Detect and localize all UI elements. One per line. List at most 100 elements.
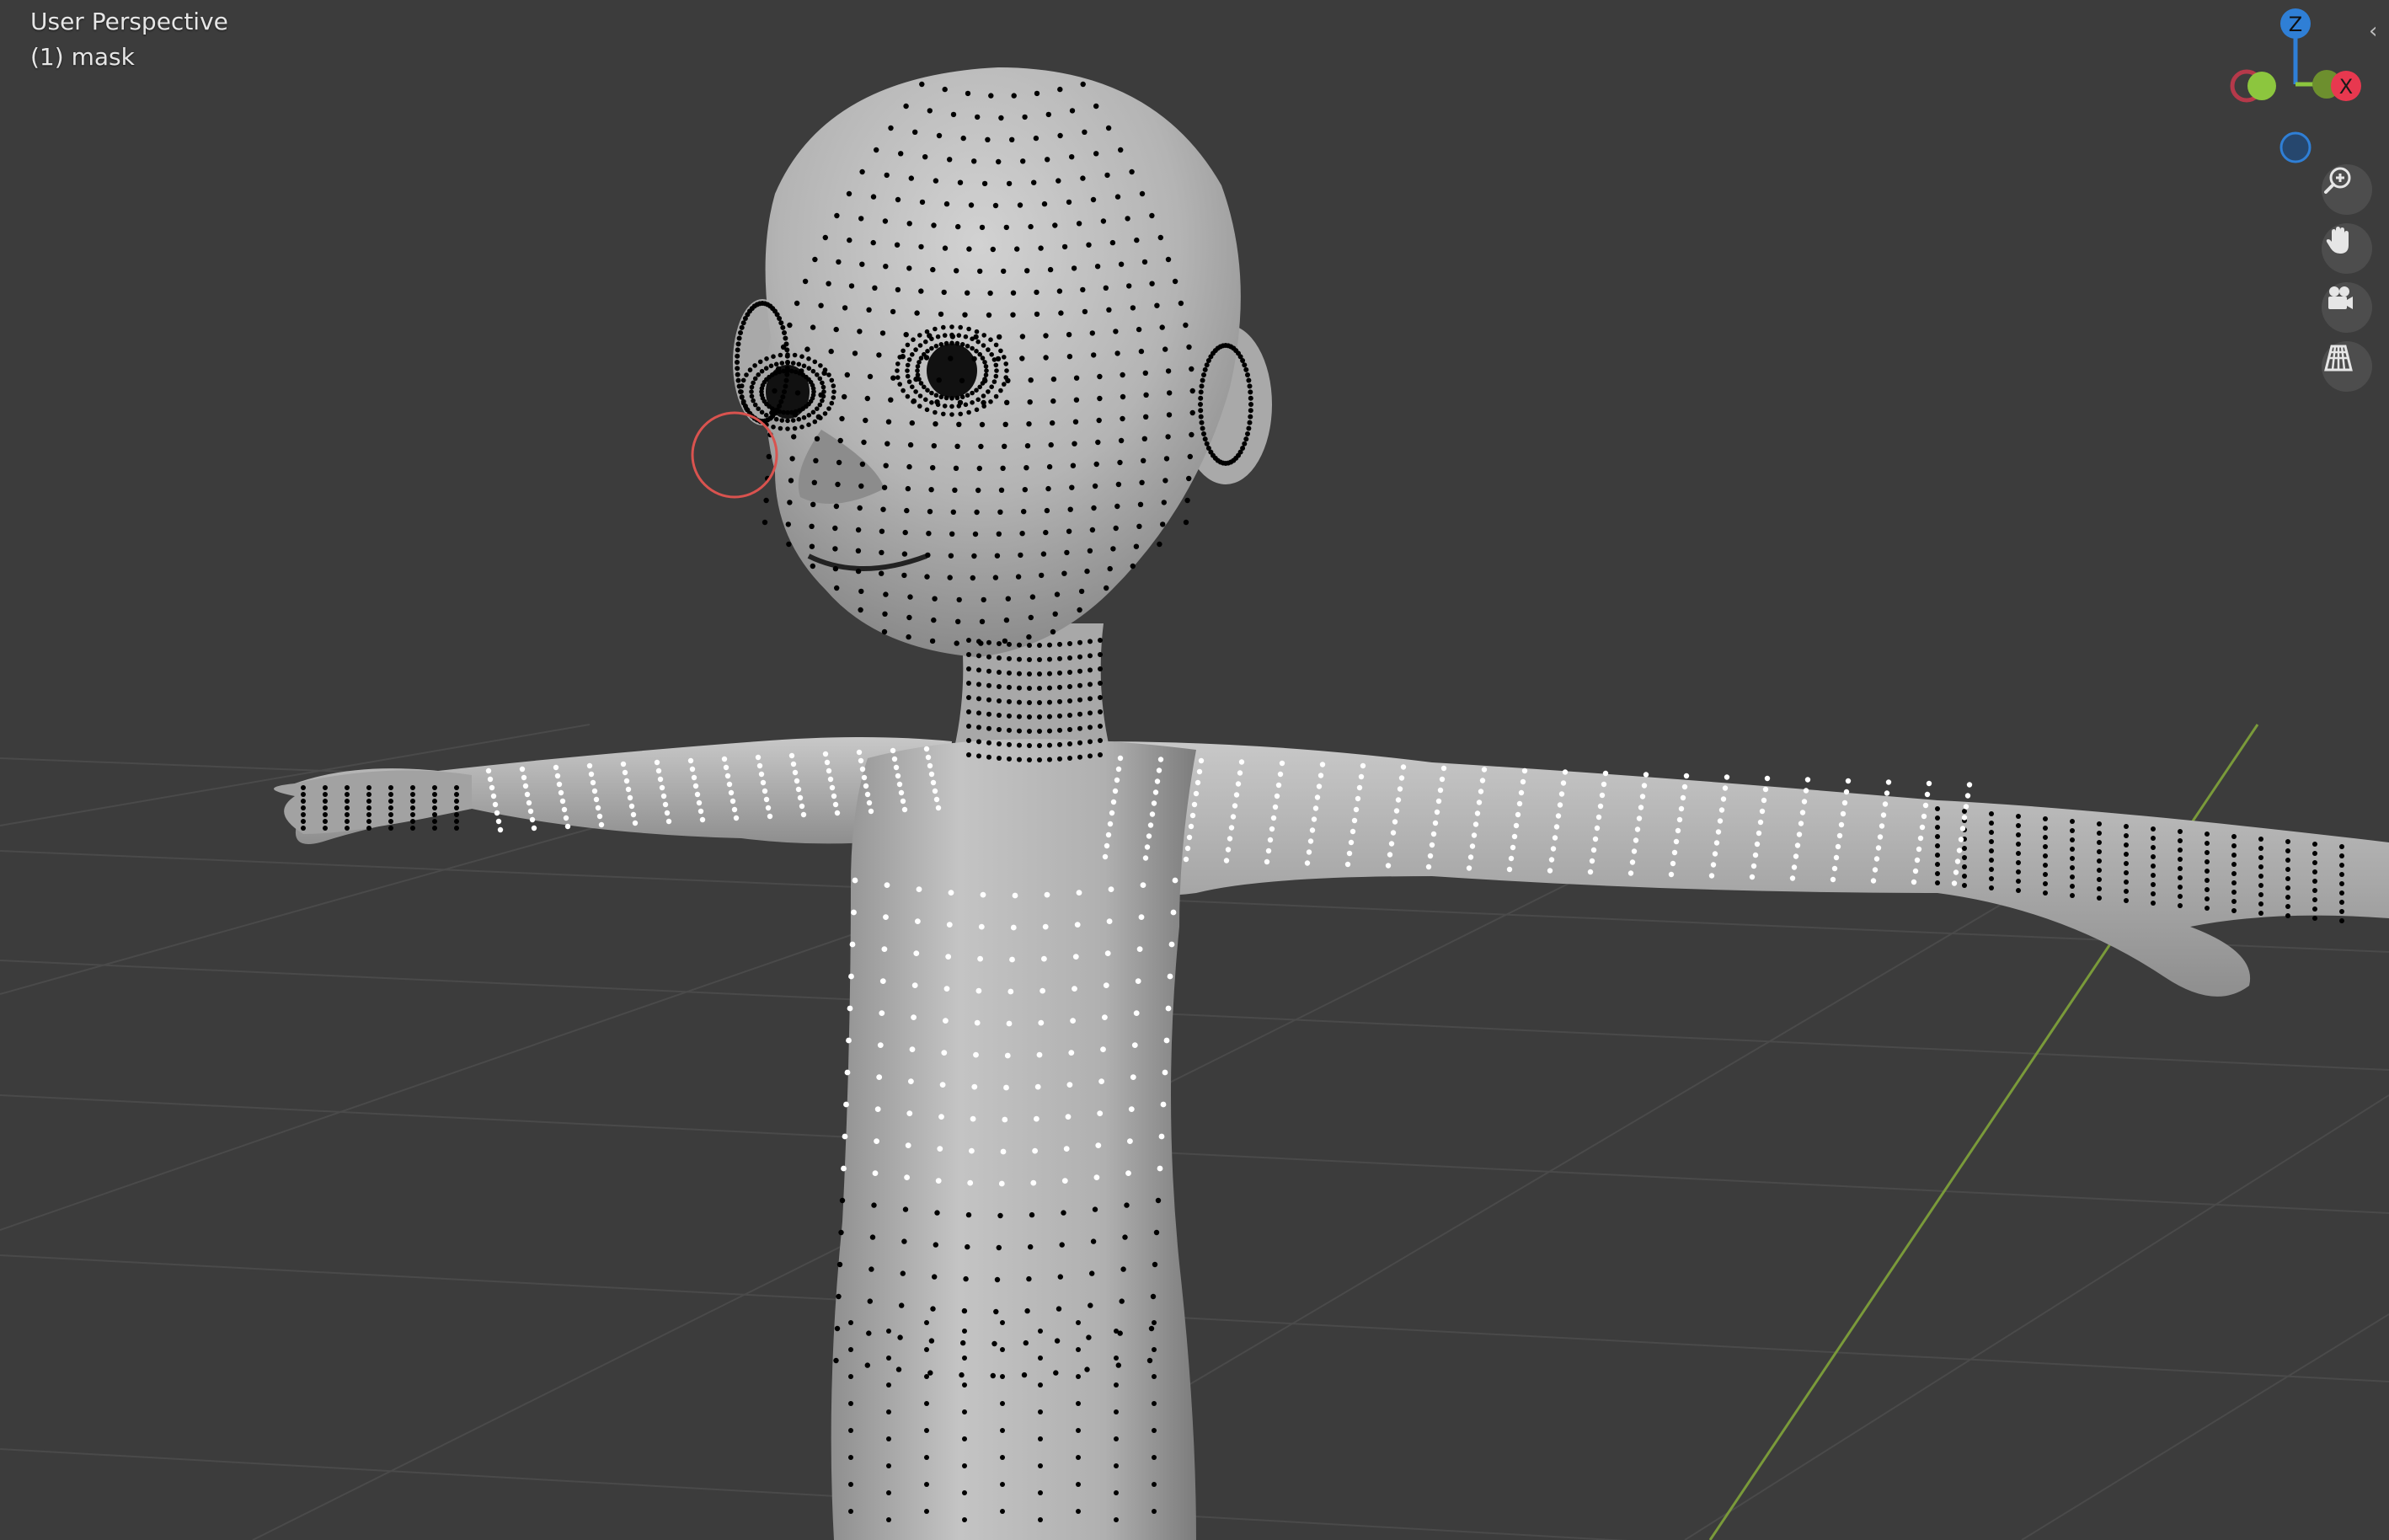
mask-dot (1015, 574, 1022, 580)
mask-dot (895, 286, 901, 293)
mask-dot (929, 390, 934, 396)
camera-icon (2328, 286, 2353, 309)
mask-dot (2285, 904, 2290, 909)
mask-dot (814, 436, 820, 441)
mask-dot (1125, 1170, 1131, 1176)
mask-dot (809, 543, 815, 549)
mask-dot (2205, 841, 2210, 846)
mask-dot (1093, 103, 1099, 110)
mask-dot (1152, 1401, 1157, 1406)
mask-dot (794, 778, 800, 784)
mask-dot (1148, 1325, 1155, 1332)
mask-dot (1186, 344, 1192, 350)
zoom-button[interactable] (2322, 164, 2372, 215)
mask-dot (986, 389, 991, 394)
mask-dot (990, 1372, 997, 1379)
gizmo-neg-z-ball[interactable] (2279, 131, 2312, 163)
mask-dot (790, 761, 797, 767)
mask-dot (1601, 781, 1607, 788)
mask-dot (901, 551, 908, 557)
mask-dot (906, 357, 912, 362)
mask-dot (1114, 1409, 1119, 1414)
mask-dot (1027, 657, 1032, 662)
mask-dot (1038, 1409, 1043, 1414)
mask-dot (1088, 1302, 1093, 1308)
mask-dot (949, 531, 955, 537)
mesh-right-arm (1095, 741, 2389, 997)
mask-dot (1056, 288, 1063, 294)
mask-dot (1072, 954, 1079, 960)
mask-dot (927, 509, 933, 515)
mask-dot (1629, 859, 1636, 865)
mask-dot (915, 372, 921, 377)
gizmo-z-label: Z (2289, 13, 2302, 36)
viewport-scene[interactable]: X Z (0, 0, 2389, 1540)
mask-dot (1047, 656, 1052, 662)
mask-dot (1152, 1509, 1157, 1514)
mask-dot (623, 778, 630, 784)
mask-dot (984, 368, 989, 373)
mask-dot (886, 1490, 891, 1495)
mask-dot (2231, 834, 2237, 839)
mask-dot (906, 614, 912, 621)
mask-dot (2151, 864, 2156, 869)
mask-dot (975, 114, 981, 120)
camera-view-button[interactable] (2322, 282, 2372, 333)
mask-dot (864, 791, 871, 798)
brush-cursor (691, 411, 778, 499)
mask-dot (1042, 923, 1049, 930)
mask-dot (1880, 812, 1887, 818)
hand-icon (2326, 227, 2349, 254)
mask-dot (986, 312, 992, 318)
mask-dot (1057, 741, 1062, 747)
mask-dot (959, 342, 965, 347)
mesh-object[interactable] (274, 67, 2389, 1540)
mask-dot (1007, 741, 1012, 747)
mask-dot (779, 418, 785, 423)
mask-dot (976, 725, 981, 730)
mask-dot (1199, 420, 1205, 425)
mask-dot (820, 384, 826, 390)
mask-dot (1010, 924, 1017, 931)
mask-dot (1789, 875, 1796, 881)
mask-dot (2070, 847, 2075, 852)
mask-dot (933, 178, 939, 184)
mask-dot (1962, 809, 1967, 814)
mask-dot (1962, 846, 1967, 851)
3d-viewport[interactable]: X Z User Perspective (1) mask ‹ (0, 0, 2389, 1540)
mask-dot (756, 406, 761, 412)
mask-dot (876, 1074, 883, 1080)
mask-dot (1676, 816, 1683, 823)
mask-dot (1198, 395, 1204, 401)
mask-dot (762, 519, 768, 526)
mask-dot (858, 607, 863, 613)
mask-dot (1077, 654, 1082, 660)
mask-dot (1953, 869, 1959, 875)
mask-dot (2205, 850, 2210, 855)
mask-dot (432, 819, 437, 824)
mask-dot (820, 393, 826, 399)
mask-dot (866, 307, 872, 313)
mask-dot (782, 389, 787, 394)
mask-dot (1247, 420, 1253, 425)
perspective-toggle-button[interactable] (2322, 341, 2372, 392)
mask-dot (1989, 821, 1994, 826)
mask-dot (2339, 881, 2344, 886)
gizmo-y-ball[interactable] (2247, 72, 2276, 100)
mask-dot (924, 1320, 929, 1325)
chevron-left-icon[interactable]: ‹ (2369, 19, 2389, 44)
mask-dot (766, 453, 772, 460)
mask-dot (1144, 844, 1151, 850)
mask-dot (832, 546, 838, 552)
pan-button[interactable] (2322, 223, 2372, 274)
mask-dot (1047, 728, 1052, 734)
mask-dot (848, 1320, 853, 1325)
mask-dot (1037, 757, 1042, 762)
mask-dot (928, 487, 934, 493)
mask-dot (831, 395, 836, 400)
mask-dot (1643, 772, 1649, 778)
mask-dot (1067, 713, 1072, 718)
navigation-gizmo[interactable]: X Z (2230, 8, 2361, 163)
mask-dot (1355, 795, 1361, 802)
mask-dot (1098, 738, 1103, 743)
